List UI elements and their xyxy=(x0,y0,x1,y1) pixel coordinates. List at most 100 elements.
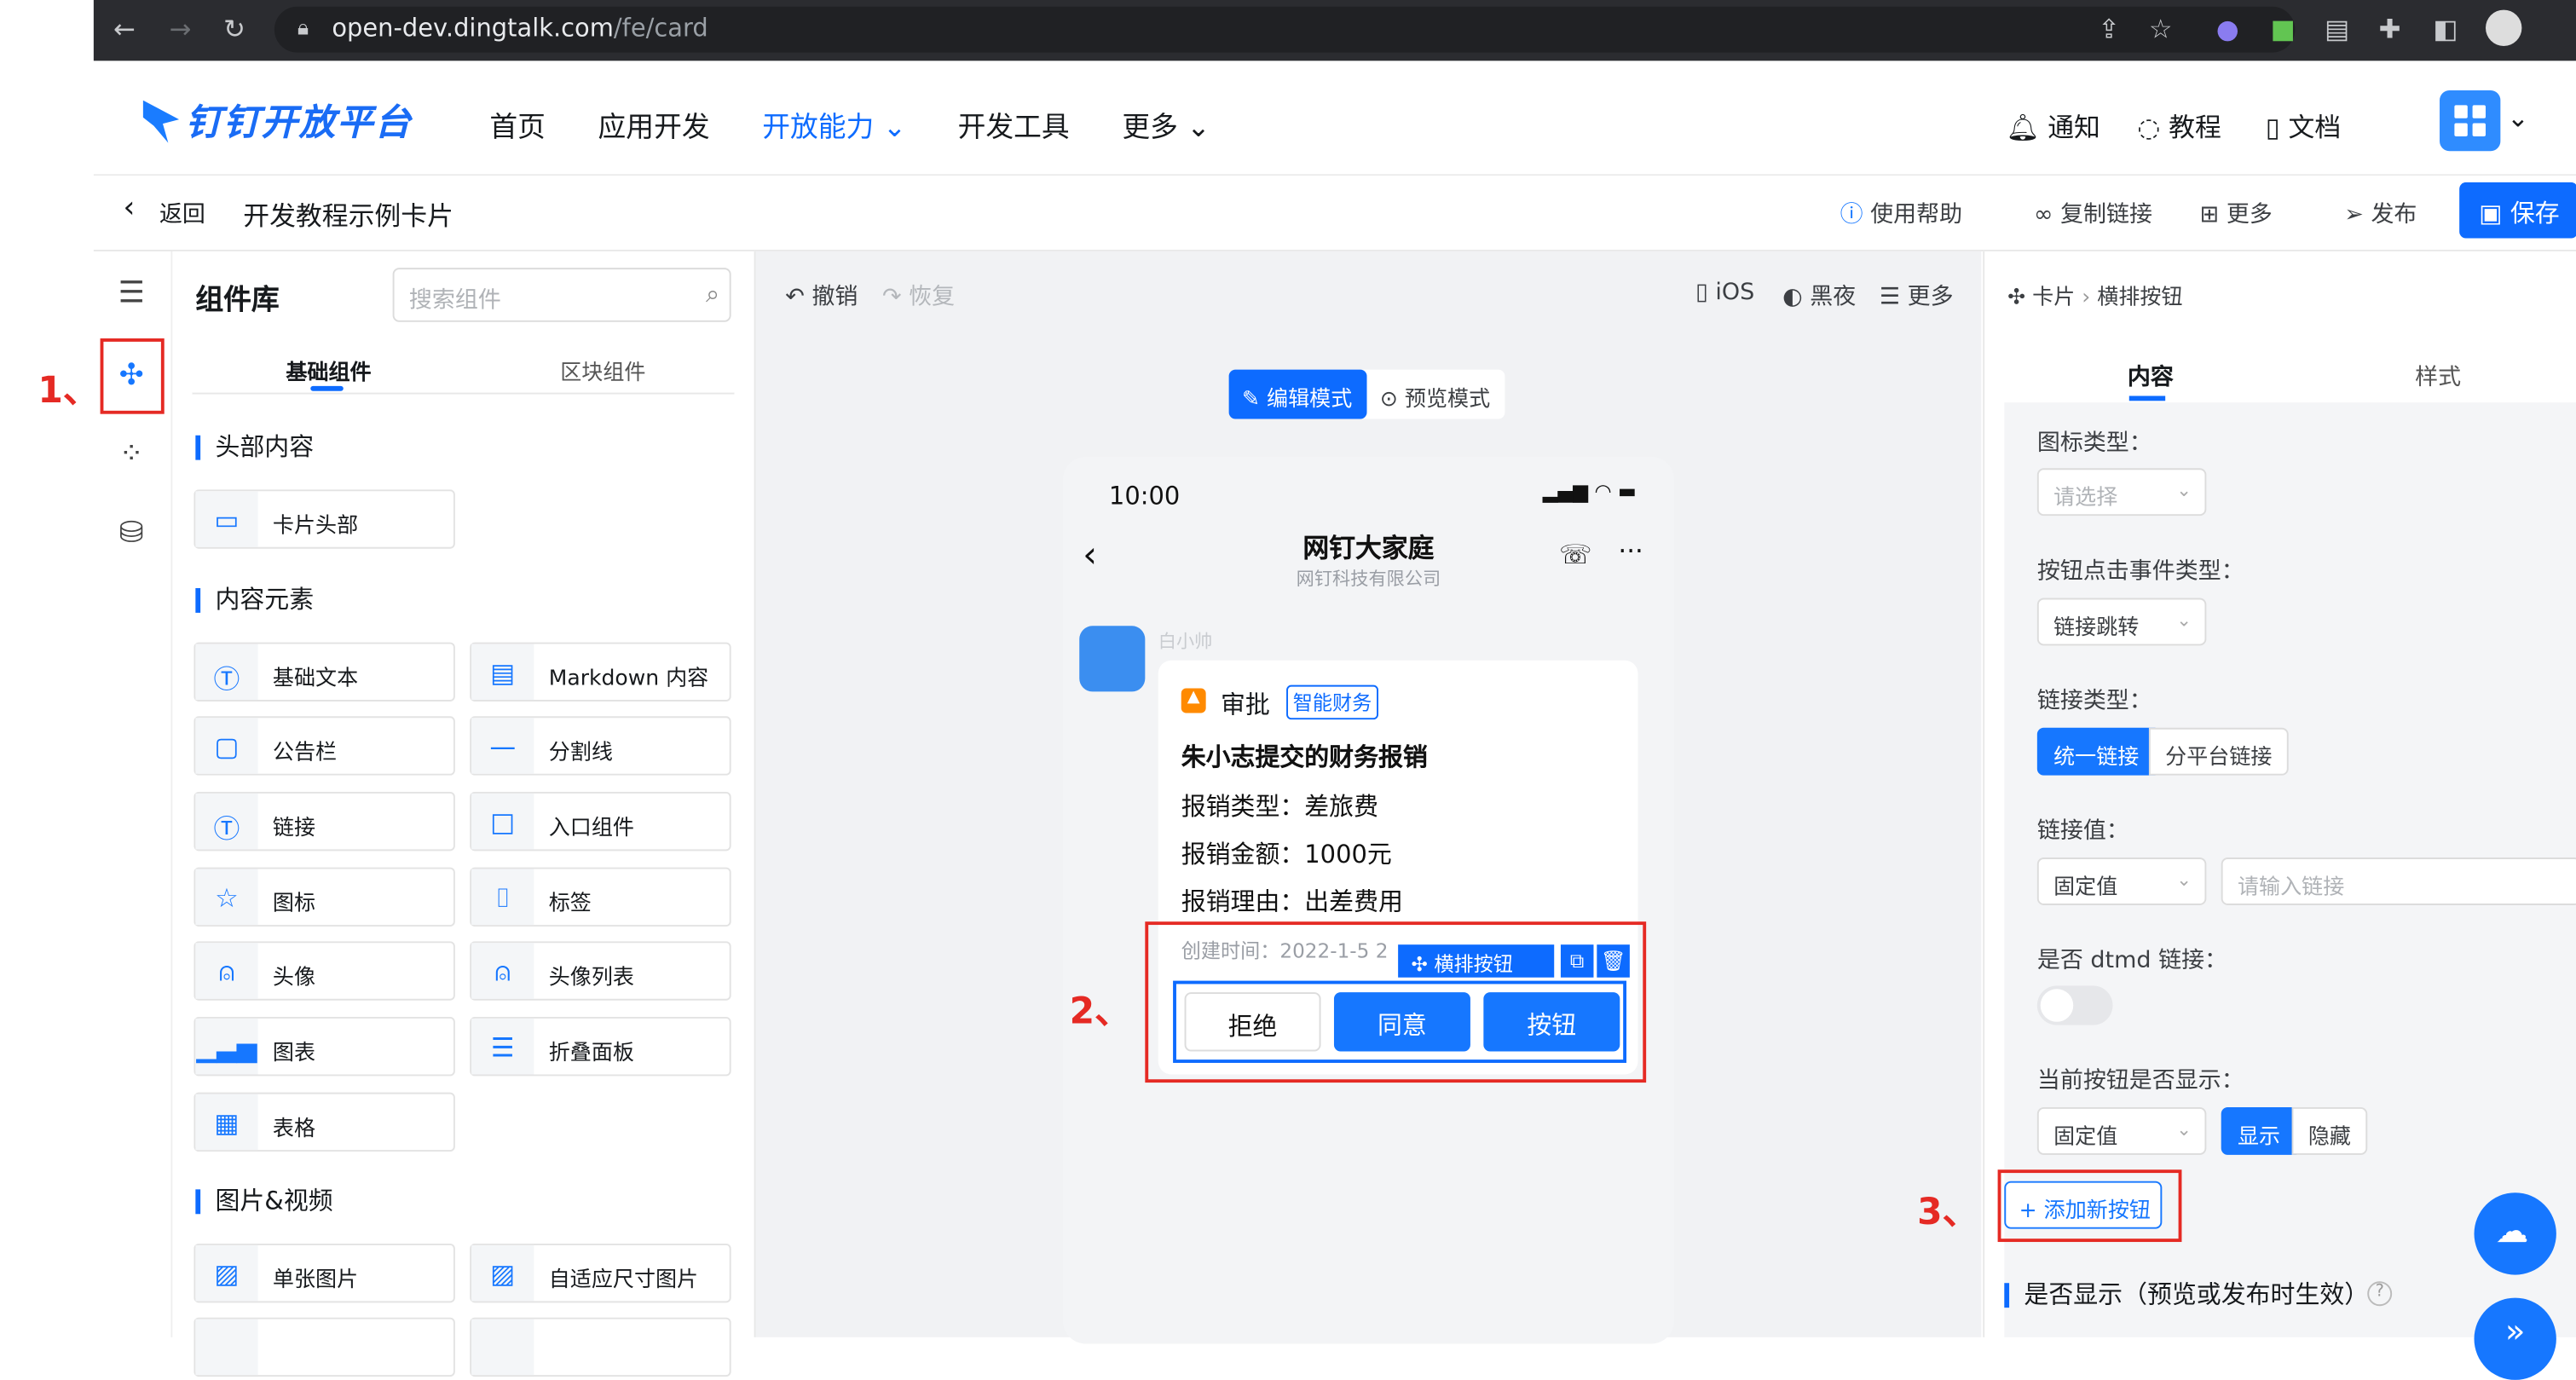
tab-style[interactable]: 样式 xyxy=(2415,360,2461,393)
link-value-mode-select[interactable]: 固定值 ⌄ xyxy=(2036,857,2207,905)
url-host: open-dev.dingtalk.com xyxy=(332,13,614,43)
visible-section-title: 是否显示（预览或发布时生效） xyxy=(2004,1282,2369,1308)
signal-wifi-battery-icon: ▂▄▆ ◠ ▬ xyxy=(1542,479,1637,503)
section-content-elements: 内容元素 xyxy=(195,587,314,613)
dingtalk-logo-icon xyxy=(142,100,180,143)
annotation-box-3 xyxy=(1997,1169,2182,1243)
component-item[interactable] xyxy=(470,1317,731,1377)
redo-button[interactable]: ↷ 恢复 xyxy=(882,280,955,313)
link-type-per-platform[interactable]: 分平台链接 xyxy=(2148,727,2289,776)
component-notice-bar[interactable]: ▢ 公告栏 xyxy=(193,716,455,776)
component-entry[interactable]: □ 入口组件 xyxy=(470,791,731,852)
lock-icon: 🔒︎ xyxy=(297,16,309,42)
ios-toggle[interactable]: ▯ iOS xyxy=(1695,280,1754,306)
tab-basic-components[interactable]: 基础组件 xyxy=(286,355,371,386)
sidepanel-icon[interactable]: ◧ xyxy=(2433,13,2458,46)
component-markdown[interactable]: ▤ Markdown 内容 xyxy=(470,642,731,702)
dtmd-toggle[interactable] xyxy=(2036,985,2113,1025)
nav-open-capability[interactable]: 开放能力 ⌄ xyxy=(762,103,906,145)
chevron-left-icon[interactable]: ‹ xyxy=(124,191,136,225)
extension-icon[interactable]: ● xyxy=(2216,13,2239,46)
docs-link[interactable]: ▯ 文档 xyxy=(2266,105,2342,144)
breadcrumb-root[interactable]: 卡片 xyxy=(2032,286,2075,310)
card-line: 报销金额：1000元 xyxy=(1181,839,1392,869)
copy-link-button[interactable]: ∞ 复制链接 xyxy=(2034,197,2152,230)
extension-icon[interactable]: ■ xyxy=(2271,13,2296,46)
help-circle-icon[interactable]: ? xyxy=(2367,1281,2393,1307)
tab-block-components[interactable]: 区块组件 xyxy=(560,355,645,386)
assistant-fab[interactable]: ☁ xyxy=(2474,1192,2556,1275)
reload-icon[interactable]: ↻ xyxy=(223,13,245,46)
chevron-down-icon[interactable]: ⌄ xyxy=(2507,101,2529,133)
back-link[interactable]: 返回 xyxy=(159,197,205,230)
link-type-unified[interactable]: 统一链接 xyxy=(2036,727,2156,776)
component-divider[interactable]: — 分割线 xyxy=(470,716,731,776)
component-tag[interactable]: ⌷ 标签 xyxy=(470,867,731,927)
bookmark-star-icon[interactable]: ☆ xyxy=(2149,13,2173,46)
save-icon: ▣ xyxy=(2479,199,2503,228)
component-avatar-list[interactable]: ⍝ 头像列表 xyxy=(470,941,731,1001)
edit-mode-button[interactable]: ✎ 编辑模式 xyxy=(1228,369,1367,419)
database-icon[interactable]: ⛁ xyxy=(113,516,149,551)
card-tag: 智能财务 xyxy=(1286,684,1379,720)
preview-mode-button[interactable]: ⊙ 预览模式 xyxy=(1380,381,1490,413)
component-table[interactable]: ▦ 表格 xyxy=(193,1092,455,1152)
blocks-grid-icon[interactable]: ⁘ xyxy=(113,437,149,473)
divider-icon: — xyxy=(471,718,534,774)
component-search-input[interactable]: 搜索组件 ⌕ xyxy=(392,268,731,322)
card-heading: 朱小志提交的财务报销 xyxy=(1181,742,1428,772)
night-toggle[interactable]: ◐ 黑夜 xyxy=(1782,280,1856,313)
component-item[interactable] xyxy=(193,1317,455,1377)
show-option-visible[interactable]: 显示 xyxy=(2221,1107,2297,1155)
annotation-step-1: 1、 xyxy=(38,371,100,413)
show-option-hidden[interactable]: 隐藏 xyxy=(2291,1107,2368,1155)
app-grid-button[interactable] xyxy=(2440,90,2501,152)
help-link[interactable]: ⓘ 使用帮助 xyxy=(1840,197,1962,230)
back-arrow-icon[interactable]: ← xyxy=(113,13,136,46)
component-basic-text[interactable]: Ⓣ 基础文本 xyxy=(193,642,455,702)
component-card-header[interactable]: ▭ 卡片头部 xyxy=(193,489,455,549)
component-icon[interactable]: ☆ 图标 xyxy=(193,867,455,927)
component-link[interactable]: Ⓣ 链接 xyxy=(193,791,455,852)
tab-divider xyxy=(192,392,735,395)
undo-icon: ↶ xyxy=(785,284,805,311)
component-adaptive-image[interactable]: ▨ 自适应尺寸图片 xyxy=(470,1243,731,1303)
nav-home[interactable]: 首页 xyxy=(489,103,546,145)
component-avatar[interactable]: ⍝ 头像 xyxy=(193,941,455,1001)
component-chart[interactable]: ▁▃▅ 图表 xyxy=(193,1016,455,1077)
more-button[interactable]: ⊞ 更多 xyxy=(2200,197,2273,230)
extension-icon[interactable]: ▤ xyxy=(2325,13,2349,46)
save-button[interactable]: ▣ 保存 xyxy=(2459,182,2576,239)
expand-fab[interactable]: » xyxy=(2474,1297,2556,1380)
share-icon[interactable]: ⇪ xyxy=(2098,13,2120,46)
show-label: 当前按钮是否显示： xyxy=(2036,1067,2244,1094)
puzzle-icon[interactable]: ✚ xyxy=(2379,13,2401,46)
forward-arrow-icon[interactable]: → xyxy=(170,13,192,46)
publish-button[interactable]: ➢ 发布 xyxy=(2344,197,2417,230)
annotation-box-1 xyxy=(100,338,165,414)
tutorial-link[interactable]: ◌ 教程 xyxy=(2137,105,2221,144)
link-value-input[interactable]: 请输入链接 xyxy=(2221,857,2576,905)
component-single-image[interactable]: ▨ 单张图片 xyxy=(193,1243,455,1303)
call-icon[interactable]: ☏ xyxy=(1559,539,1592,570)
profile-avatar[interactable] xyxy=(2486,9,2522,46)
component-collapse[interactable]: ☰ 折叠面板 xyxy=(470,1016,731,1077)
nav-dev-tools[interactable]: 开发工具 xyxy=(958,103,1070,145)
more-dots-icon[interactable]: ··· xyxy=(1618,535,1643,567)
canvas-more[interactable]: ☰ 更多 xyxy=(1880,280,1954,313)
phone-preview: 10:00 ▂▄▆ ◠ ▬ ‹ 网钉大家庭 网钉科技有限公司 ☏ ··· 白小帅… xyxy=(1062,456,1674,1344)
editor-header: ‹ 返回 开发教程示例卡片 ⓘ 使用帮助 ∞ 复制链接 ⊞ 更多 ➢ 发布 ▣ … xyxy=(93,176,2576,251)
menu-icon: ☰ xyxy=(1879,284,1901,311)
show-mode-select[interactable]: 固定值 ⌄ xyxy=(2036,1107,2207,1155)
icon-type-select[interactable]: 请选择 ⌄ xyxy=(2036,468,2207,517)
brand-logo[interactable]: 钉钉开放平台 xyxy=(142,94,413,147)
nav-more[interactable]: 更多 ⌄ xyxy=(1122,103,1210,145)
sender-name: 白小帅 xyxy=(1158,631,1213,653)
event-type-select[interactable]: 链接跳转 ⌄ xyxy=(2036,598,2207,646)
outline-icon[interactable]: ☰ xyxy=(113,276,149,312)
tab-content[interactable]: 内容 xyxy=(2128,360,2174,393)
address-bar[interactable]: 🔒︎ open-dev.dingtalk.com/fe/card xyxy=(274,6,2296,53)
notify-link[interactable]: 🔔︎ 通知 xyxy=(2006,105,2100,144)
nav-app-dev[interactable]: 应用开发 xyxy=(598,103,710,145)
undo-button[interactable]: ↶ 撤销 xyxy=(785,280,858,313)
